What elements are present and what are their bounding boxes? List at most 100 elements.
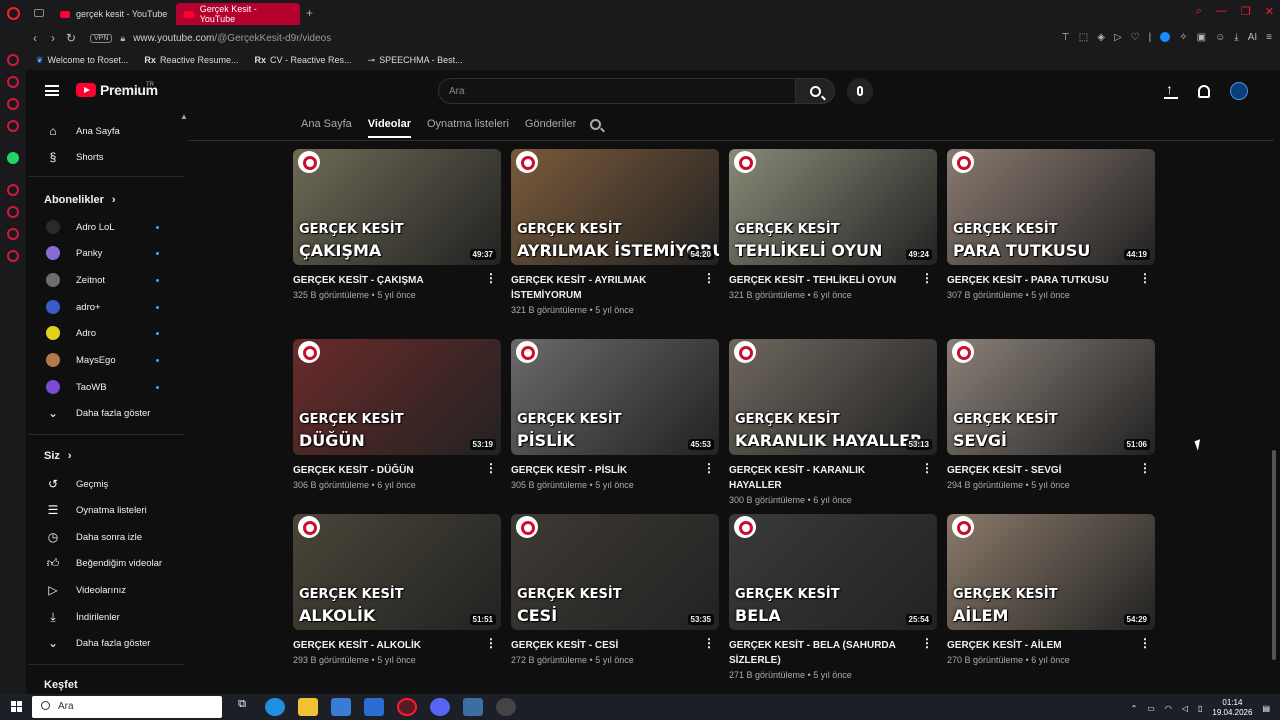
taskbar-clock[interactable]: 01:14 19.04.2026 xyxy=(1212,698,1252,718)
vpn-globe-icon[interactable] xyxy=(1160,32,1171,42)
channel-search-icon[interactable] xyxy=(590,119,601,130)
taskbar-search-input[interactable]: Ara xyxy=(32,696,222,718)
music-icon[interactable] xyxy=(7,98,19,110)
account-avatar[interactable] xyxy=(1230,82,1248,100)
video-thumbnail[interactable]: GERÇEK KESİT DÜĞÜN 53:19 xyxy=(293,339,501,455)
video-title[interactable]: GERÇEK KESİT - CESİ xyxy=(511,638,699,653)
heart-icon[interactable]: ♡ xyxy=(1131,32,1140,43)
sidebar-item-playlists[interactable]: ☰ Oynatma listeleri xyxy=(28,497,184,523)
tab-home[interactable]: Ana Sayfa xyxy=(301,118,352,138)
show-more-you[interactable]: ⌄ Daha fazla göster xyxy=(28,630,184,656)
volume-icon[interactable]: ◁ xyxy=(1182,704,1188,713)
wallet-icon[interactable]: ▣ xyxy=(1197,32,1206,43)
sidebar-item-watch-later[interactable]: ◷ Daha sonra izle xyxy=(28,524,184,550)
page-scrollbar[interactable] xyxy=(1272,450,1276,660)
discord-icon[interactable] xyxy=(430,698,450,716)
close-window-button[interactable]: ✕ xyxy=(1265,5,1274,18)
new-tab-button[interactable]: + xyxy=(306,6,313,20)
bookmark-4[interactable]: ⊸ SPEECHMA - Best... xyxy=(368,55,463,66)
extensions-icon[interactable]: ✧ xyxy=(1179,32,1187,43)
search-button[interactable] xyxy=(795,78,835,104)
video-thumbnail[interactable]: GERÇEK KESİT PARA TUTKUSU 44:19 xyxy=(947,149,1155,265)
video-thumbnail[interactable]: GERÇEK KESİT ÇAKIŞMA 49:37 xyxy=(293,149,501,265)
chevron-up-icon[interactable]: ⌃ xyxy=(1131,704,1138,713)
browser-tab-2-active[interactable]: Gerçek Kesit - YouTube xyxy=(176,3,300,25)
voice-search-button[interactable] xyxy=(847,78,873,104)
notifications-bell-icon[interactable] xyxy=(1198,84,1210,98)
guide-menu-icon[interactable] xyxy=(45,85,59,96)
video-title[interactable]: GERÇEK KESİT - BELA (SAHURDA SİZLERLE) xyxy=(729,638,917,668)
sidebar-item-channel[interactable]: TaoWB xyxy=(28,374,184,400)
more-actions-icon[interactable]: ⋮ xyxy=(921,272,933,284)
more-actions-icon[interactable]: ⋮ xyxy=(921,462,933,474)
pin-icon[interactable]: ⊤ xyxy=(1061,32,1070,43)
account-icon[interactable]: ☺ xyxy=(1215,32,1225,43)
maximize-button[interactable]: ❐ xyxy=(1241,5,1251,18)
snapshot-icon[interactable]: ⬚ xyxy=(1079,32,1088,43)
url-field[interactable]: www.youtube.com/@GerçekKesit-d9r/videos xyxy=(133,33,331,44)
video-thumbnail[interactable]: GERÇEK KESİT AYRILMAK İSTEMİYORUM 54:20 xyxy=(511,149,719,265)
video-card[interactable]: GERÇEK KESİT PİSLİK 45:53 GERÇEK KESİT -… xyxy=(511,339,719,490)
lock-icon[interactable]: 🔒︎ xyxy=(120,33,125,44)
video-title[interactable]: GERÇEK KESİT - AYRILMAK İSTEMİYORUM xyxy=(511,273,699,303)
sidebar-item-shorts[interactable]: § Shorts xyxy=(28,144,184,170)
browser-tab-1[interactable]: gerçek kesit - YouTube xyxy=(52,3,176,25)
settings-icon[interactable] xyxy=(7,250,19,262)
video-card[interactable]: GERÇEK KESİT SEVGİ 51:06 GERÇEK KESİT - … xyxy=(947,339,1155,490)
video-card[interactable]: GERÇEK KESİT CESİ 53:35 GERÇEK KESİT - C… xyxy=(511,514,719,665)
upload-icon[interactable] xyxy=(1164,81,1178,99)
video-card[interactable]: GERÇEK KESİT PARA TUTKUSU 44:19 GERÇEK K… xyxy=(947,149,1155,300)
bookmark-3[interactable]: Rx CV - Reactive Res... xyxy=(254,55,351,65)
more-actions-icon[interactable]: ⋮ xyxy=(1139,637,1151,649)
aria-icon[interactable] xyxy=(7,54,19,66)
search-input[interactable]: Ara xyxy=(438,78,796,104)
aria-ai-button[interactable]: AI xyxy=(1248,32,1257,43)
video-title[interactable]: GERÇEK KESİT - DÜĞÜN xyxy=(293,463,481,478)
video-title[interactable]: GERÇEK KESİT - SEVGİ xyxy=(947,463,1135,478)
video-title[interactable]: GERÇEK KESİT - TEHLİKELİ OYUN xyxy=(729,273,917,288)
search-tabs-icon[interactable]: ⌕ xyxy=(1196,5,1202,18)
video-thumbnail[interactable]: GERÇEK KESİT KARANLIK HAYALLER 53:13 xyxy=(729,339,937,455)
sidebar-item-home[interactable]: ⌂ Ana Sayfa xyxy=(28,118,184,144)
video-card[interactable]: GERÇEK KESİT ÇAKIŞMA 49:37 GERÇEK KESİT … xyxy=(293,149,501,300)
sidebar-item-your-videos[interactable]: ▷ Videolarınız xyxy=(28,577,184,603)
video-thumbnail[interactable]: GERÇEK KESİT BELA 25:54 xyxy=(729,514,937,630)
tab-posts[interactable]: Gönderiler xyxy=(525,118,576,138)
edge-icon[interactable] xyxy=(265,698,285,716)
video-thumbnail[interactable]: GERÇEK KESİT PİSLİK 45:53 xyxy=(511,339,719,455)
send-icon[interactable]: ▷ xyxy=(1114,32,1122,43)
reload-button[interactable]: ↻ xyxy=(62,31,80,45)
network-icon[interactable]: ▭ xyxy=(1147,704,1155,713)
start-button-windows-icon[interactable] xyxy=(11,701,22,712)
video-thumbnail[interactable]: GERÇEK KESİT ALKOLİK 51:51 xyxy=(293,514,501,630)
sidebar-item-channel[interactable]: Zeitnot xyxy=(28,267,184,293)
sidebar-item-history[interactable]: ↺ Geçmiş xyxy=(28,471,184,497)
explore-heading[interactable]: Keşfet xyxy=(44,679,78,691)
sidebar-item-liked-videos[interactable]: 👍︎ Beğendiğim videolar xyxy=(28,550,184,576)
history-icon[interactable] xyxy=(7,206,19,218)
sidebar-item-channel[interactable]: Panky xyxy=(28,240,184,266)
video-card[interactable]: GERÇEK KESİT DÜĞÜN 53:19 GERÇEK KESİT - … xyxy=(293,339,501,490)
personal-news-icon[interactable] xyxy=(7,228,19,240)
tab-videos[interactable]: Videolar xyxy=(367,118,411,138)
wifi-icon[interactable]: ◠ xyxy=(1165,704,1172,713)
video-card[interactable]: GERÇEK KESİT TEHLİKELİ OYUN 49:24 GERÇEK… xyxy=(729,149,937,300)
crypto-wallet-icon[interactable] xyxy=(7,76,19,88)
video-title[interactable]: GERÇEK KESİT - ALKOLİK xyxy=(293,638,481,653)
more-actions-icon[interactable]: ⋮ xyxy=(921,637,933,649)
show-more-subscriptions[interactable]: ⌄ Daha fazla göster xyxy=(28,400,184,426)
sidebar-item-channel[interactable]: adro+ xyxy=(28,294,184,320)
tab-playlists[interactable]: Oynatma listeleri xyxy=(427,118,509,138)
video-card[interactable]: GERÇEK KESİT KARANLIK HAYALLER 53:13 GER… xyxy=(729,339,937,505)
video-card[interactable]: GERÇEK KESİT AYRILMAK İSTEMİYORUM 54:20 … xyxy=(511,149,719,315)
sidebar-item-channel[interactable]: Adro xyxy=(28,320,184,346)
mail-icon[interactable] xyxy=(364,698,384,716)
video-card[interactable]: GERÇEK KESİT BELA 25:54 GERÇEK KESİT - B… xyxy=(729,514,937,680)
subscriptions-heading[interactable]: Abonelikler › xyxy=(44,194,116,206)
bookmark-2[interactable]: Rx Reactive Resume... xyxy=(144,55,238,65)
whatsapp-icon[interactable] xyxy=(7,152,19,164)
forward-button[interactable]: › xyxy=(44,31,62,45)
store-icon[interactable] xyxy=(331,698,351,716)
video-title[interactable]: GERÇEK KESİT - PİSLİK xyxy=(511,463,699,478)
sidebar-item-channel[interactable]: MaysEgo xyxy=(28,347,184,373)
